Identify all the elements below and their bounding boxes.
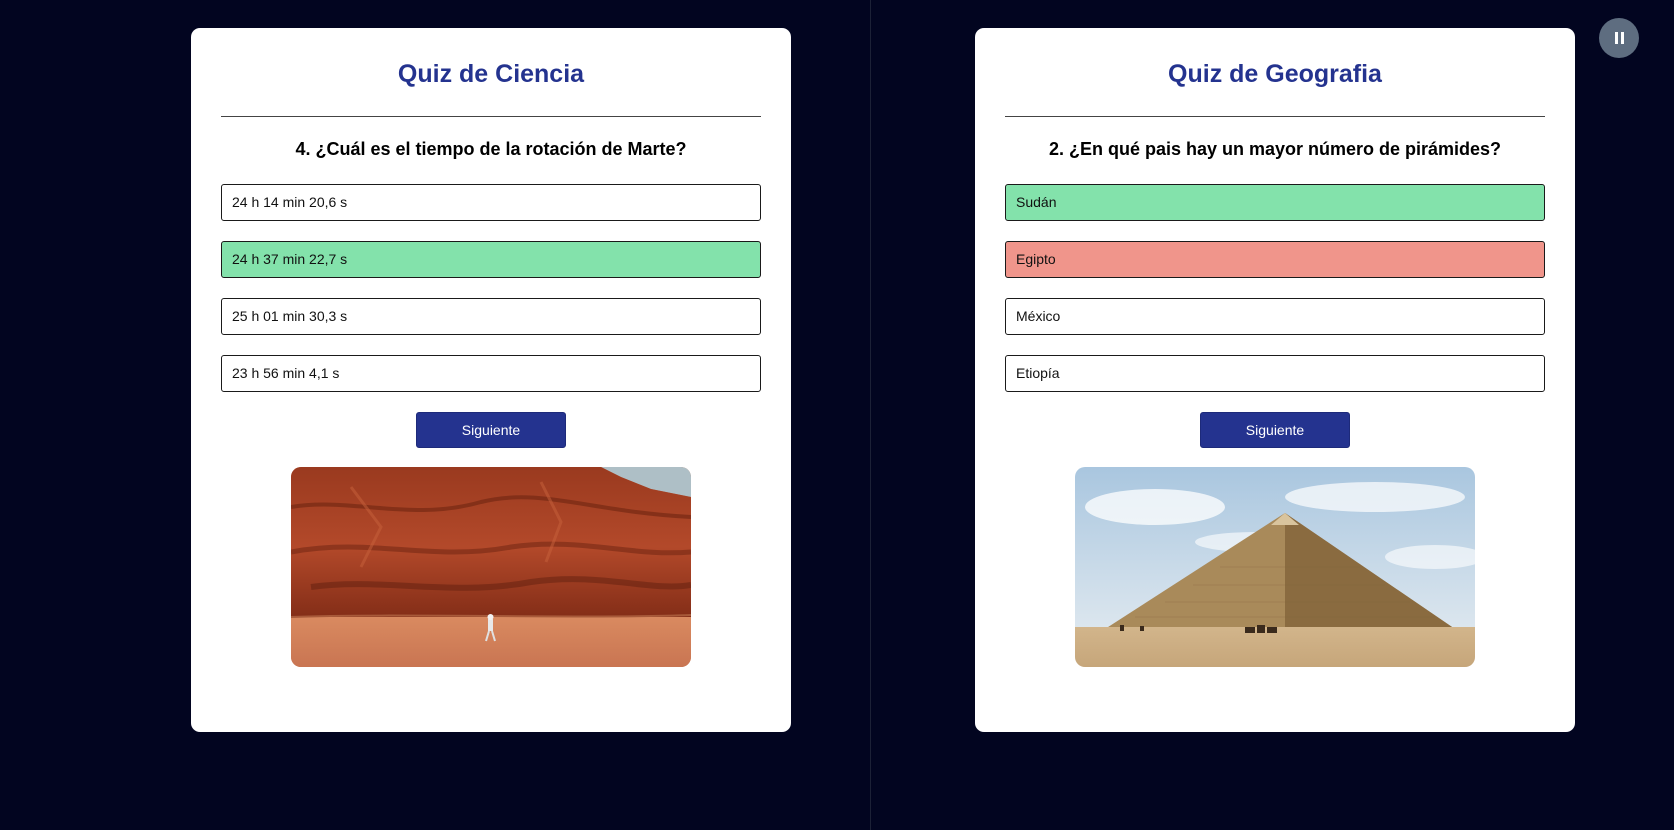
answer-option-correct[interactable]: 24 h 37 min 22,7 s: [221, 241, 761, 278]
title-divider: [1005, 116, 1545, 117]
quiz-card-science: Quiz de Ciencia 4. ¿Cuál es el tiempo de…: [191, 28, 791, 732]
quiz-title: Quiz de Geografia: [1168, 60, 1382, 88]
pause-button[interactable]: [1599, 18, 1639, 58]
answer-option-wrong[interactable]: Egipto: [1005, 241, 1545, 278]
quiz-title: Quiz de Ciencia: [397, 60, 585, 88]
answer-options: Sudán Egipto México Etiopía: [1005, 184, 1545, 392]
red-desert-canyon-illustration: [291, 467, 691, 667]
answer-option[interactable]: México: [1005, 298, 1545, 335]
pyramid-illustration: [1075, 467, 1475, 667]
next-button[interactable]: Siguiente: [416, 412, 566, 448]
answer-option[interactable]: 23 h 56 min 4,1 s: [221, 355, 761, 392]
pyramid-image: [1075, 467, 1475, 667]
pause-icon: [1620, 32, 1624, 44]
title-divider: [221, 116, 761, 117]
answer-option[interactable]: Etiopía: [1005, 355, 1545, 392]
answer-option-correct[interactable]: Sudán: [1005, 184, 1545, 221]
pause-icon: [1614, 32, 1618, 44]
next-button[interactable]: Siguiente: [1200, 412, 1350, 448]
answer-option[interactable]: 25 h 01 min 30,3 s: [221, 298, 761, 335]
panel-divider: [870, 0, 871, 830]
question-text: 4. ¿Cuál es el tiempo de la rotación de …: [295, 139, 687, 159]
quiz-card-geography: Quiz de Geografia 2. ¿En qué pais hay un…: [975, 28, 1575, 732]
mars-desert-image: [291, 467, 691, 667]
answer-option[interactable]: 24 h 14 min 20,6 s: [221, 184, 761, 221]
answer-options: 24 h 14 min 20,6 s 24 h 37 min 22,7 s 25…: [221, 184, 761, 392]
question-text: 2. ¿En qué pais hay un mayor número de p…: [1048, 139, 1502, 159]
